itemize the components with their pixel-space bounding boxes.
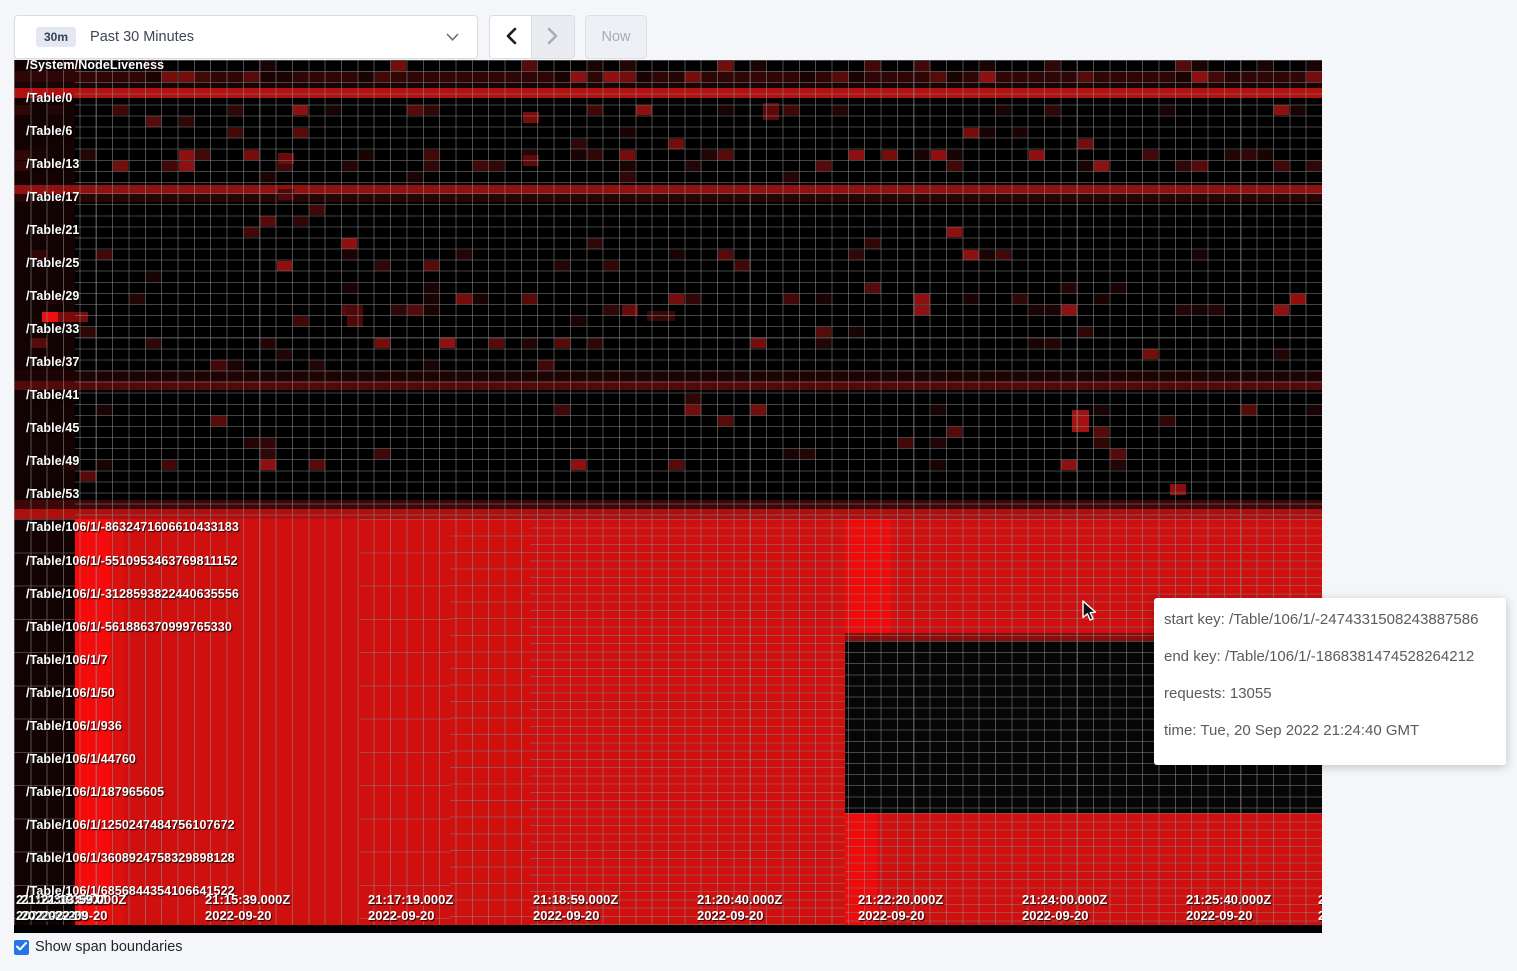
tooltip-end-key: end key: /Table/106/1/-18683814745282642… xyxy=(1164,648,1496,666)
chevron-left-icon xyxy=(504,26,518,49)
row-label: /Table/106/1/3608924758329898128 xyxy=(26,851,235,866)
row-label: /Table/106/1/7 xyxy=(26,653,108,668)
show-span-boundaries-checkbox[interactable] xyxy=(14,940,29,955)
row-label: /Table/106/1/-3128593822440635556 xyxy=(26,587,239,602)
x-axis-tick: 21:22:20.000Z2022-09-20 xyxy=(858,892,943,924)
chevron-right-icon xyxy=(546,26,560,49)
x-axis-tick: 21:24:00.000Z2022-09-20 xyxy=(1022,892,1107,924)
tooltip-time: time: Tue, 20 Sep 2022 21:24:40 GMT xyxy=(1164,722,1496,740)
time-range-select[interactable]: 30m Past 30 Minutes xyxy=(14,15,478,59)
row-label: /Table/106/1/1250247484756107672 xyxy=(26,818,235,833)
row-label: /Table/106/1/-5510953463769811152 xyxy=(26,554,238,569)
row-label: /System/NodeLiveness xyxy=(26,60,164,73)
span-boundary-grid xyxy=(530,519,845,925)
tooltip-requests: requests: 13055 xyxy=(1164,685,1496,703)
time-range-label: Past 30 Minutes xyxy=(90,29,194,45)
row-label: /Table/13 xyxy=(26,157,79,172)
check-icon xyxy=(16,938,27,956)
row-label: /Table/53 xyxy=(26,487,79,502)
row-label: /Table/106/1/44760 xyxy=(26,752,136,767)
row-label: /Table/106/1/-8632471606610433183 xyxy=(26,520,239,535)
x-axis-tick: 21:18:59.000Z2022-09-20 xyxy=(533,892,618,924)
row-label: /Table/29 xyxy=(26,289,79,304)
span-boundary-grid xyxy=(75,60,1322,519)
row-label: /Table/37 xyxy=(26,355,79,370)
time-nav-group xyxy=(489,15,575,59)
x-axis-tick: 21:15:39.000Z2022-09-20 xyxy=(205,892,290,924)
prev-interval-button[interactable] xyxy=(490,16,532,58)
x-axis-tick: 21:27:20.000Z2022-09-20 xyxy=(1318,892,1322,924)
span-boundary-grid xyxy=(450,519,530,925)
x-axis-tick: 21:20:40.000Z2022-09-20 xyxy=(697,892,782,924)
row-label: /Table/106/1/187965605 xyxy=(26,785,164,800)
heatmap-canvas[interactable]: /System/NodeLiveness/Table/0/Table/6/Tab… xyxy=(14,60,1322,933)
time-range-badge: 30m xyxy=(36,27,76,47)
x-axis-tick: 21:25:40.000Z2022-09-20 xyxy=(1186,892,1271,924)
x-axis-tick: 21:13:59.000Z2022-09-20 xyxy=(41,892,126,924)
row-label: /Table/6 xyxy=(26,124,72,139)
row-label: /Table/0 xyxy=(26,91,72,106)
row-label: /Table/45 xyxy=(26,421,79,436)
toolbar: 30m Past 30 Minutes Now xyxy=(0,0,1517,60)
range-tooltip: start key: /Table/106/1/-247433150824388… xyxy=(1154,598,1506,765)
row-label: /Table/33 xyxy=(26,322,79,337)
x-axis-tick: 21:17:19.000Z2022-09-20 xyxy=(368,892,453,924)
key-visualizer-page: 30m Past 30 Minutes Now /System/NodeLive… xyxy=(0,0,1517,971)
footer: Show span boundaries xyxy=(14,939,183,955)
show-span-boundaries-label: Show span boundaries xyxy=(35,939,183,955)
row-label: /Table/106/1/-561886370999765330 xyxy=(26,620,232,635)
row-label: /Table/41 xyxy=(26,388,79,403)
span-boundary-grid xyxy=(360,519,450,925)
row-label: /Table/17 xyxy=(26,190,79,205)
row-label: /Table/106/1/50 xyxy=(26,686,115,701)
next-interval-button[interactable] xyxy=(532,16,574,58)
row-label: /Table/49 xyxy=(26,454,79,469)
now-button[interactable]: Now xyxy=(585,15,647,59)
row-label: /Table/25 xyxy=(26,256,79,271)
row-label: /Table/21 xyxy=(26,223,79,238)
row-label: /Table/106/1/936 xyxy=(26,719,122,734)
tooltip-start-key: start key: /Table/106/1/-247433150824388… xyxy=(1164,611,1496,629)
chevron-down-icon xyxy=(446,33,459,42)
